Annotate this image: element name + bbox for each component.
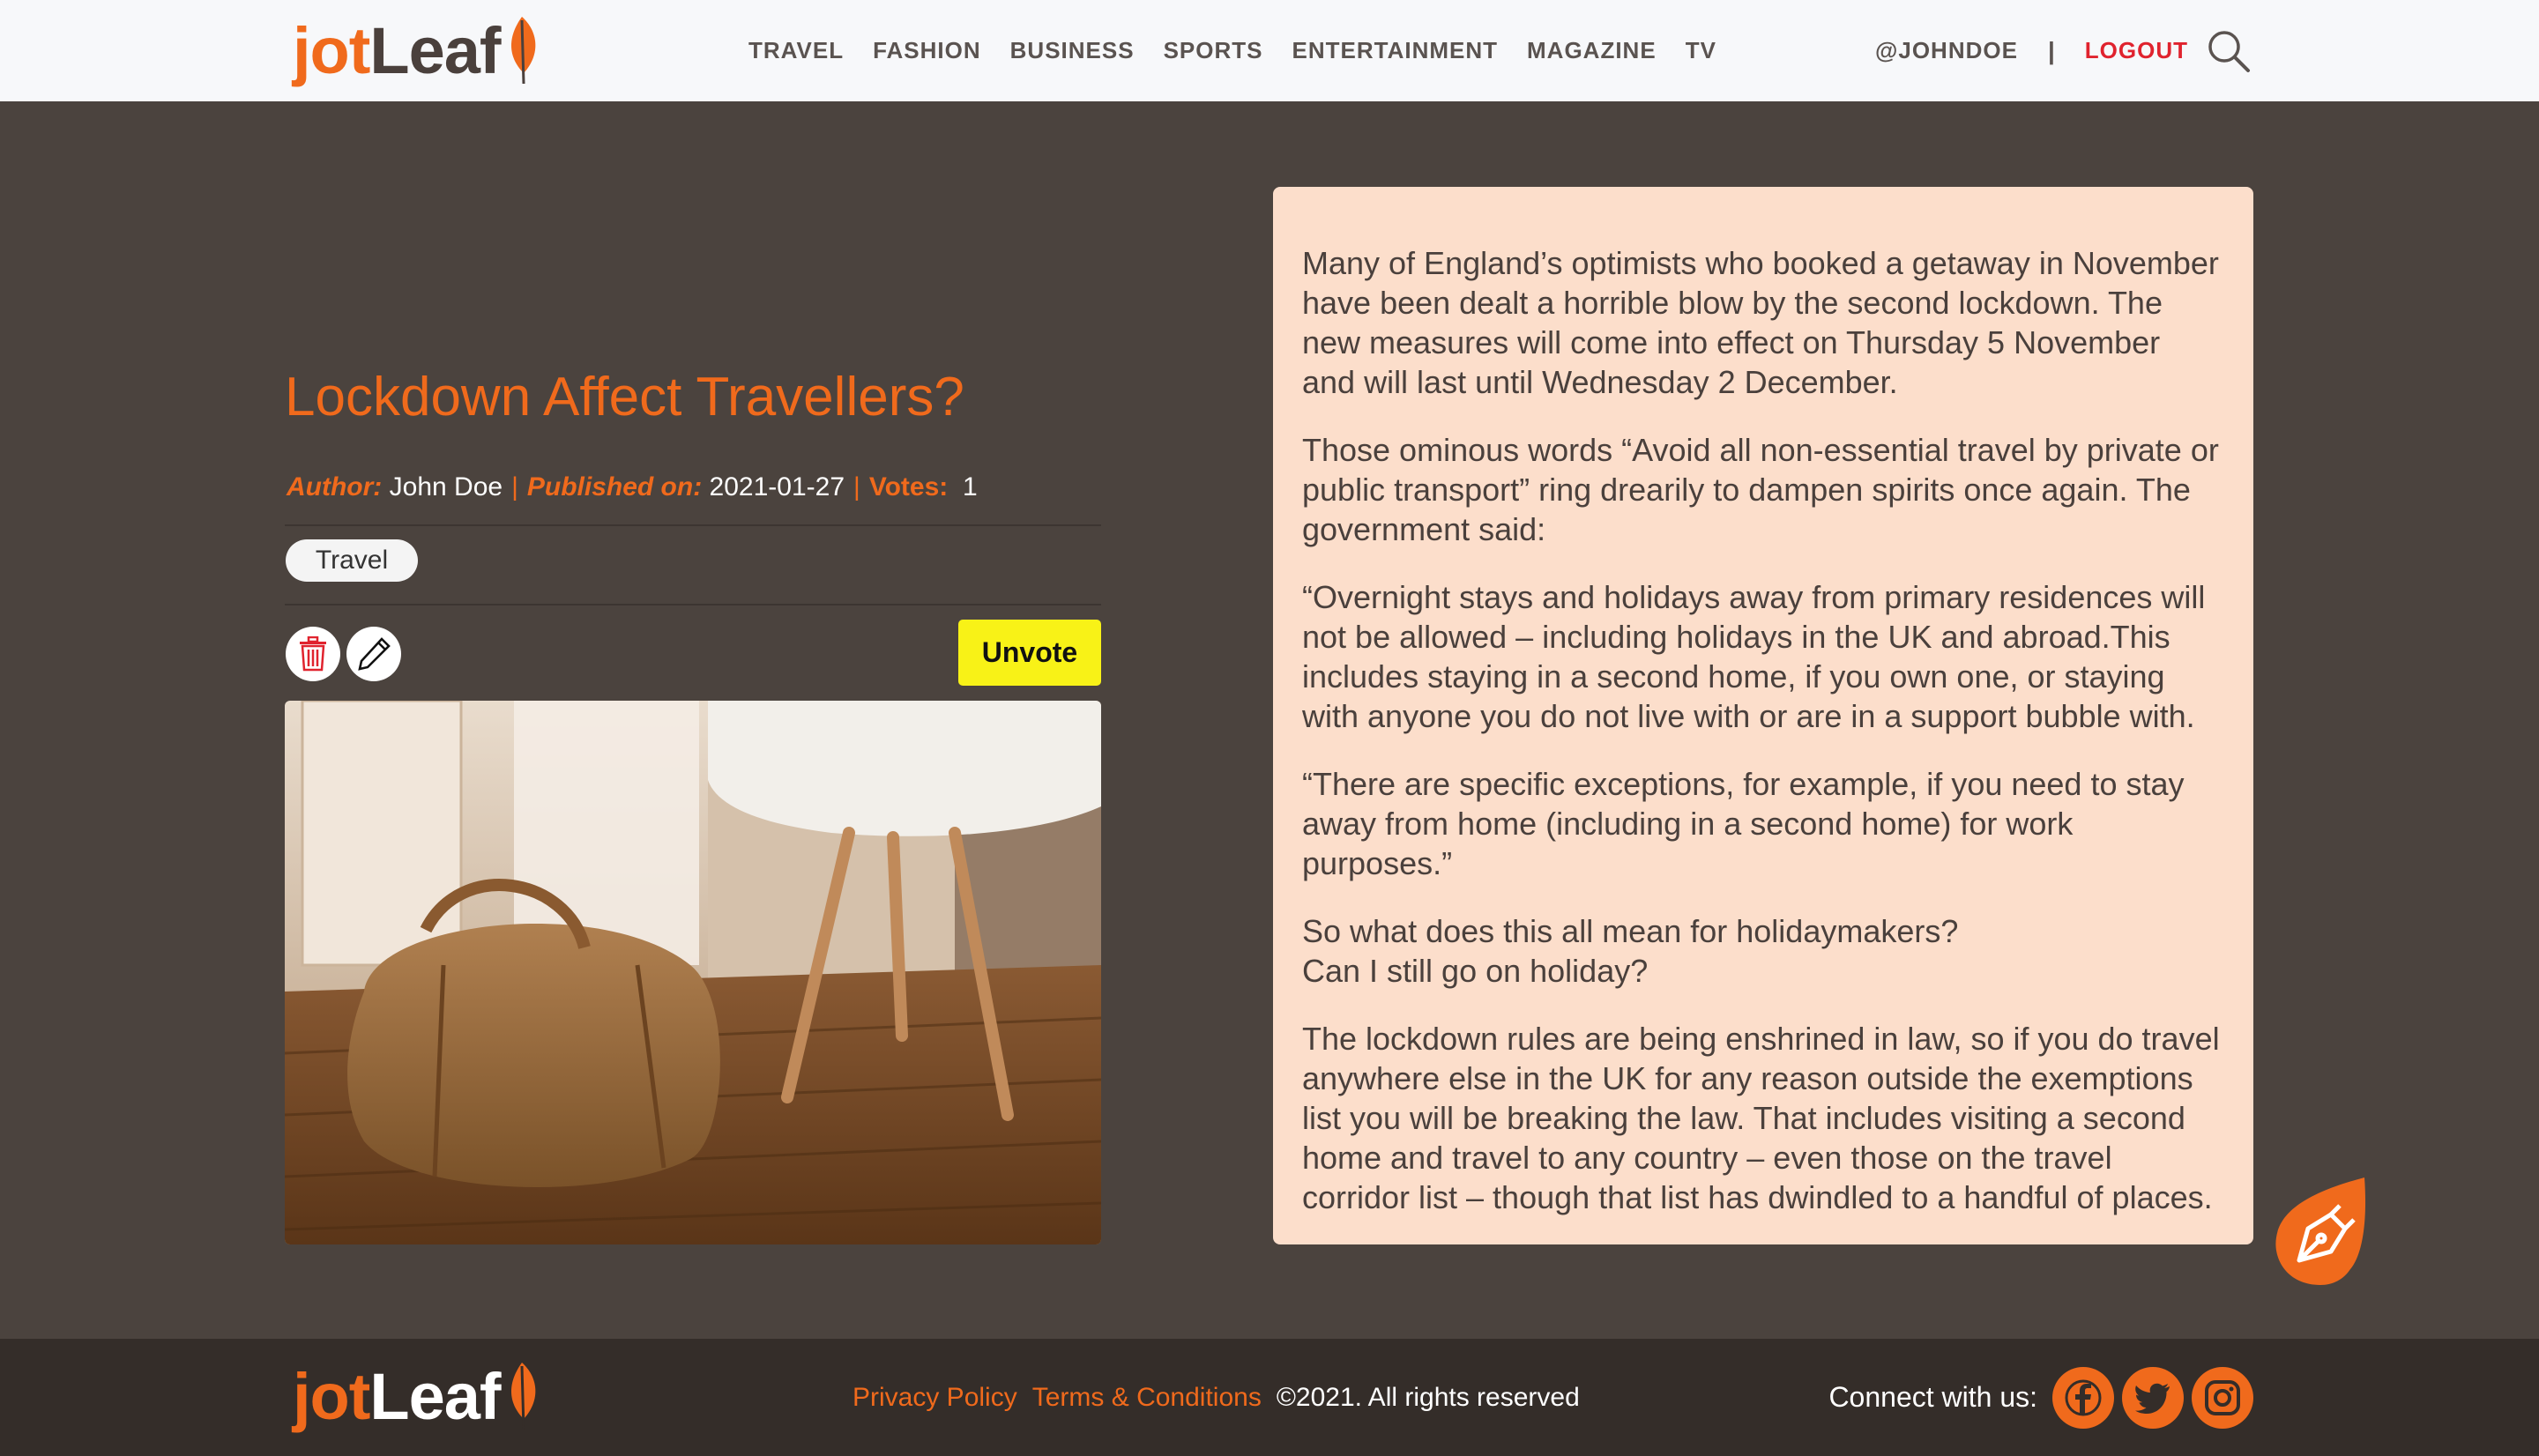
trash-icon [300, 636, 326, 672]
instagram-icon [2205, 1379, 2240, 1415]
site-logo[interactable]: jot Leaf [293, 11, 541, 90]
nav-fashion[interactable]: FASHION [873, 37, 981, 64]
meta-separator: | [511, 472, 518, 501]
author-name: John Doe [389, 472, 503, 501]
article-meta: Author: John Doe | Published on: 2021-01-2… [287, 472, 978, 502]
article-paragraph: So what does this all mean for holidayma… [1302, 913, 1959, 989]
facebook-icon [2065, 1379, 2102, 1415]
top-navbar: jot Leaf TRAVEL FASHION BUSINESS SPORTS E… [0, 0, 2539, 101]
username-link[interactable]: @JOHNDOE [1875, 37, 2018, 64]
category-tag[interactable]: Travel [286, 539, 418, 582]
votes-label: Votes: [868, 472, 949, 501]
footer-logo[interactable]: jot Leaf [293, 1356, 541, 1436]
twitter-button[interactable] [2122, 1366, 2184, 1429]
leaf-icon [510, 1363, 535, 1430]
article-paragraph: “There are specific exceptions, for exam… [1302, 766, 2185, 881]
article-title: Lockdown Affect Travellers? [285, 367, 964, 427]
published-label: Published on: [526, 472, 703, 501]
article-paragraph: “Overnight stays and holidays away from … [1302, 579, 2206, 734]
main-nav: TRAVEL FASHION BUSINESS SPORTS ENTERTAIN… [748, 0, 1746, 101]
user-area: @JOHNDOE | LOGOUT [1875, 0, 2252, 101]
nav-travel[interactable]: TRAVEL [748, 37, 844, 64]
social-links: Connect with us: [1828, 1339, 2253, 1456]
divider [285, 524, 1101, 526]
article-image [285, 701, 1101, 1244]
copyright: ©2021. All rights reserved [1276, 1382, 1580, 1412]
write-post-button[interactable] [2269, 1174, 2371, 1287]
nav-business[interactable]: BUSINESS [1010, 37, 1135, 64]
logo-text-jot: jot [293, 13, 370, 87]
user-separator: | [2047, 36, 2055, 64]
nav-sports[interactable]: SPORTS [1164, 37, 1263, 64]
leaf-icon [510, 17, 535, 85]
logout-link[interactable]: LOGOUT [2085, 37, 2188, 64]
author-label: Author: [287, 472, 383, 501]
travel-bag-photo [285, 701, 1101, 1244]
edit-button[interactable] [346, 627, 401, 681]
article-body-card[interactable]: Many of England’s optimists who booked a… [1273, 187, 2253, 1244]
nav-tv[interactable]: TV [1686, 37, 1716, 64]
pencil-icon [358, 637, 391, 671]
footer-links: Privacy Policy Terms & Conditions ©2021.… [853, 1339, 1580, 1456]
divider [285, 604, 1101, 605]
facebook-button[interactable] [2052, 1366, 2114, 1429]
votes-count: 1 [962, 472, 978, 501]
delete-button[interactable] [286, 627, 340, 681]
nav-entertainment[interactable]: ENTERTAINMENT [1292, 37, 1499, 64]
connect-label: Connect with us: [1828, 1381, 2037, 1413]
logo-text-leaf: Leaf [369, 13, 501, 87]
footer: jot Leaf Privacy Policy Terms & Condition… [0, 1339, 2539, 1456]
twitter-icon [2135, 1383, 2170, 1414]
logo-text-jot: jot [293, 1359, 370, 1433]
logo-text-leaf: Leaf [369, 1359, 501, 1433]
article-paragraph: Many of England’s optimists who booked a… [1302, 245, 2219, 400]
terms-link[interactable]: Terms & Conditions [1032, 1383, 1262, 1413]
privacy-policy-link[interactable]: Privacy Policy [853, 1383, 1017, 1413]
published-date: 2021-01-27 [709, 472, 845, 501]
unvote-button[interactable]: Unvote [958, 620, 1101, 686]
article-body: Many of England’s optimists who booked a… [1273, 187, 2253, 1217]
article-paragraph: The lockdown rules are being enshrined i… [1302, 1021, 2220, 1215]
search-icon[interactable] [2206, 28, 2252, 74]
meta-separator: | [853, 472, 860, 501]
instagram-button[interactable] [2192, 1366, 2253, 1429]
article-paragraph: Those ominous words “Avoid all non-essen… [1302, 432, 2219, 547]
nav-magazine[interactable]: MAGAZINE [1527, 37, 1657, 64]
